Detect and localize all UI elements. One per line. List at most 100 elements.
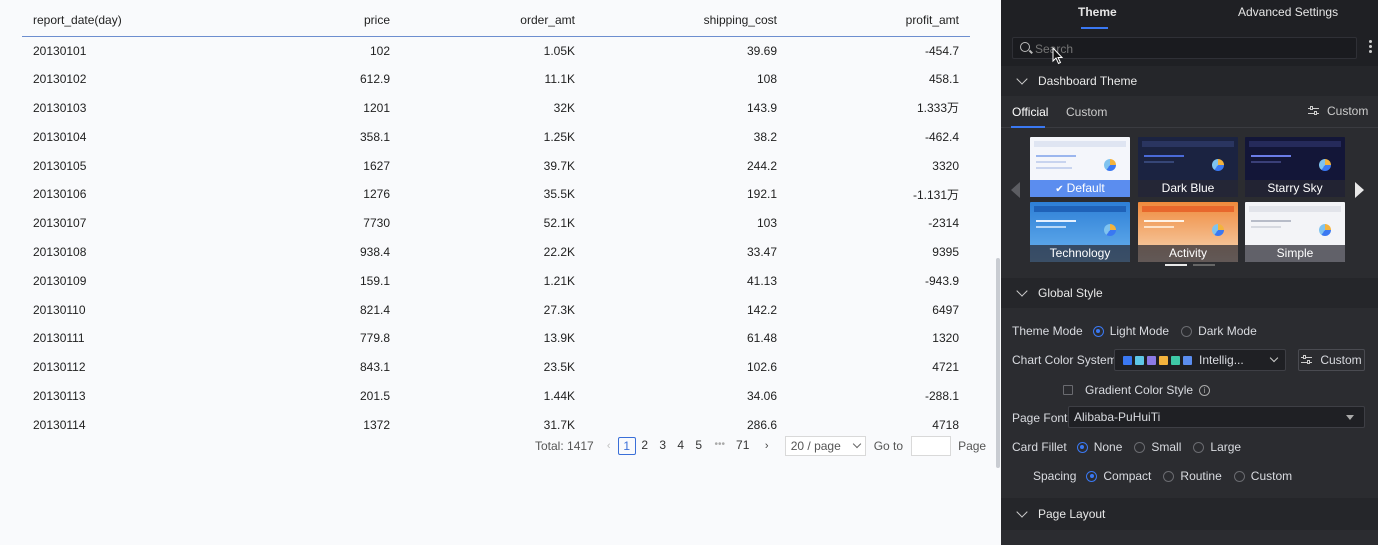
column-header[interactable]: report_date(day)	[22, 5, 157, 37]
vertical-scrollbar[interactable]	[996, 258, 1000, 468]
search-input[interactable]	[1035, 41, 1335, 56]
table-cell: 27.3K	[543, 302, 575, 317]
carousel-dot[interactable]	[1193, 264, 1215, 266]
table-cell: -943.9	[924, 273, 959, 288]
ellipsis-icon[interactable]: •••	[708, 437, 732, 455]
theme-gallery: ✔ Default Dark Blue Starry Sky Technology	[1001, 129, 1378, 277]
goto-input[interactable]	[911, 436, 952, 456]
table-cell: 286.6	[746, 417, 777, 432]
column-header[interactable]: order_amt	[401, 5, 586, 37]
theme-label: Simple	[1245, 245, 1345, 262]
prev-page-icon[interactable]: ‹	[600, 440, 618, 452]
chart-preview-icon	[1319, 224, 1331, 236]
theme-card-technology[interactable]: Technology	[1030, 202, 1130, 262]
table-row[interactable]: 20130105 1627 39.7K 244.2 3320	[22, 151, 970, 180]
option-label: None	[1093, 440, 1123, 454]
table-row[interactable]: 20130112 843.1 23.5K 102.6 4721	[22, 353, 970, 382]
page-3[interactable]: 3	[654, 437, 672, 455]
next-page-icon[interactable]: ›	[758, 440, 776, 452]
radio-fillet-large[interactable]: Large	[1193, 440, 1241, 454]
carousel-dot[interactable]	[1165, 264, 1187, 266]
table-row[interactable]: 20130114 1372 31.7K 286.6 4718	[22, 410, 970, 439]
chart-color-custom-button[interactable]: Custom	[1298, 349, 1365, 371]
tab-theme[interactable]: Theme	[1078, 0, 1117, 30]
theme-card-default[interactable]: ✔ Default	[1030, 137, 1130, 197]
table-cell: 32K	[553, 100, 575, 115]
page-layout-header[interactable]: Page Layout	[1001, 498, 1378, 530]
custom-theme-label: Custom	[1327, 104, 1369, 118]
column-header[interactable]: profit_amt	[788, 5, 970, 37]
radio-spacing-routine[interactable]: Routine	[1163, 469, 1222, 483]
radio-spacing-compact[interactable]: Compact	[1086, 469, 1151, 483]
next-theme-icon[interactable]	[1355, 182, 1364, 198]
chart-color-select[interactable]: Intellig...	[1114, 349, 1286, 371]
page-5[interactable]: 5	[690, 437, 708, 455]
page-4[interactable]: 4	[672, 437, 690, 455]
custom-theme-button[interactable]: Custom	[1308, 104, 1368, 118]
page-2[interactable]: 2	[636, 437, 654, 455]
chart-preview-icon	[1104, 224, 1116, 236]
table-row[interactable]: 20130108 938.4 22.2K 33.47 9395	[22, 238, 970, 267]
table-row[interactable]: 20130106 1276 35.5K 192.1 -1.131万	[22, 180, 970, 209]
radio-spacing-custom[interactable]: Custom	[1233, 469, 1292, 483]
table-row[interactable]: 20130109 159.1 1.21K 41.13 -943.9	[22, 266, 970, 295]
tab-advanced-settings[interactable]: Advanced Settings	[1238, 0, 1338, 30]
page-font-select[interactable]: Alibaba-PuHuiTi	[1068, 406, 1365, 428]
table-row[interactable]: 20130101 102 1.05K 39.69 -454.7	[22, 36, 970, 65]
page-size-select[interactable]: 20 / page	[784, 436, 866, 456]
radio-dark-mode[interactable]: Dark Mode	[1181, 324, 1257, 338]
column-header[interactable]: price	[157, 5, 401, 37]
color-swatch	[1147, 355, 1156, 365]
radio-light-mode[interactable]: Light Mode	[1092, 324, 1169, 338]
color-swatch	[1123, 355, 1132, 365]
page-1[interactable]: 1	[617, 437, 636, 455]
table-cell: 1320	[932, 331, 959, 346]
page-last[interactable]: 71	[732, 437, 754, 455]
table-cell: 142.2	[746, 302, 777, 317]
table-row[interactable]: 20130102 612.9 11.1K 108 458.1	[22, 65, 970, 94]
radio-icon	[1076, 441, 1088, 453]
info-icon[interactable]: i	[1199, 384, 1211, 396]
table-row[interactable]: 20130110 821.4 27.3K 142.2 6497	[22, 295, 970, 324]
theme-card-dark-blue[interactable]: Dark Blue	[1138, 137, 1238, 197]
gradient-checkbox[interactable]	[1063, 385, 1073, 395]
global-style-section: Global Style	[1001, 278, 1378, 308]
radio-icon	[1086, 470, 1098, 482]
card-fillet-row: Card Fillet None Small Large	[1012, 440, 1241, 454]
theme-card-starry-sky[interactable]: Starry Sky	[1245, 137, 1345, 197]
theme-card-simple[interactable]: Simple	[1245, 202, 1345, 262]
radio-fillet-small[interactable]: Small	[1134, 440, 1181, 454]
global-style-header[interactable]: Global Style	[1001, 278, 1378, 308]
table-cell: 20130102	[33, 72, 87, 87]
table-cell: 6497	[932, 302, 959, 317]
theme-sub-tabs: Official Custom Custom	[1001, 96, 1378, 128]
more-vertical-icon[interactable]	[1369, 40, 1372, 54]
theme-label: Technology	[1030, 245, 1130, 262]
table-cell: 41.13	[746, 273, 777, 288]
page-font-row: Page Font	[1012, 411, 1067, 425]
table-cell: 1.21K	[543, 273, 575, 288]
tab-custom[interactable]: Custom	[1066, 105, 1107, 119]
table-cell: 22.2K	[543, 244, 575, 259]
table-cell: 1372	[363, 417, 390, 432]
spacing-label: Spacing	[1033, 469, 1077, 483]
column-header[interactable]: shipping_cost	[586, 5, 788, 37]
color-swatch	[1183, 355, 1192, 365]
radio-fillet-none[interactable]: None	[1076, 440, 1123, 454]
table-row[interactable]: 20130104 358.1 1.25K 38.2 -462.4	[22, 122, 970, 151]
dashboard-theme-header[interactable]: Dashboard Theme	[1001, 66, 1378, 96]
table-cell: 13.9K	[543, 331, 575, 346]
tab-official[interactable]: Official	[1012, 105, 1048, 119]
table-row[interactable]: 20130103 1201 32K 143.9 1.333万	[22, 94, 970, 123]
table-cell: 20130104	[33, 129, 87, 144]
table-cell: 20130107	[33, 216, 87, 231]
table-row[interactable]: 20130107 7730 52.1K 103 -2314	[22, 209, 970, 238]
chevron-down-icon	[852, 439, 861, 449]
table-row[interactable]: 20130113 201.5 1.44K 34.06 -288.1	[22, 382, 970, 411]
goto-label: Go to	[873, 439, 904, 453]
prev-theme-icon[interactable]	[1011, 182, 1020, 198]
theme-card-activity[interactable]: Activity	[1138, 202, 1238, 262]
table-cell: 4718	[932, 417, 959, 432]
table-row[interactable]: 20130111 779.8 13.9K 61.48 1320	[22, 324, 970, 353]
theme-label: ✔ Default	[1030, 180, 1130, 197]
